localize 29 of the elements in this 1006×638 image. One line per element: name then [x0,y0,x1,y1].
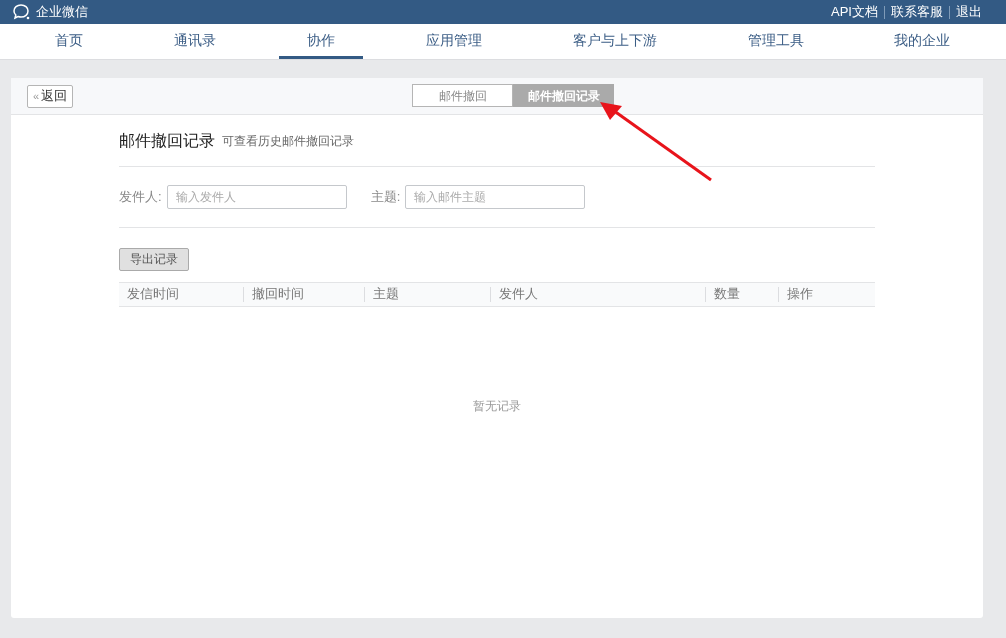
page-subtitle: 可查看历史邮件撤回记录 [222,133,354,150]
nav-tab[interactable]: 协作 [279,24,364,59]
segment-tab[interactable]: 邮件撤回 [412,84,513,107]
top-link[interactable]: API文档 [831,2,878,22]
filter-input[interactable]: 输入邮件主题 [405,185,586,209]
top-link[interactable]: 退出 [956,2,982,22]
column-header: 发信时间 [126,285,179,304]
nav-tab[interactable]: 应用管理 [397,24,510,59]
filter-input[interactable]: 输入发件人 [166,185,347,209]
column-header: 数量 [713,285,740,304]
empty-message: 暂无记录 [473,397,521,415]
nav-tab[interactable]: 通讯录 [146,24,245,59]
nav-tab[interactable]: 管理工具 [719,24,832,59]
page-title: 邮件撤回记录 [119,131,215,151]
double-chevron-icon: « [33,87,40,105]
back-button[interactable]: «返回 [27,84,74,108]
filter-label: 主题: [370,188,401,207]
column-header: 发件人 [498,285,538,304]
column-header: 撤回时间 [251,285,304,304]
filter-label: 发件人: [119,188,162,207]
export-button[interactable]: 导出记录 [119,247,189,271]
column-header: 操作 [786,285,813,304]
chat-bubble-icon [12,3,32,21]
nav-tab[interactable]: 客户与上下游 [544,24,685,59]
nav-tab[interactable]: 首页 [27,24,112,59]
nav-tab[interactable]: 我的企业 [866,24,979,59]
top-link[interactable]: 联系客服 [891,2,943,22]
brand-name: 企业微信 [36,3,88,22]
column-header: 主题 [372,285,399,304]
